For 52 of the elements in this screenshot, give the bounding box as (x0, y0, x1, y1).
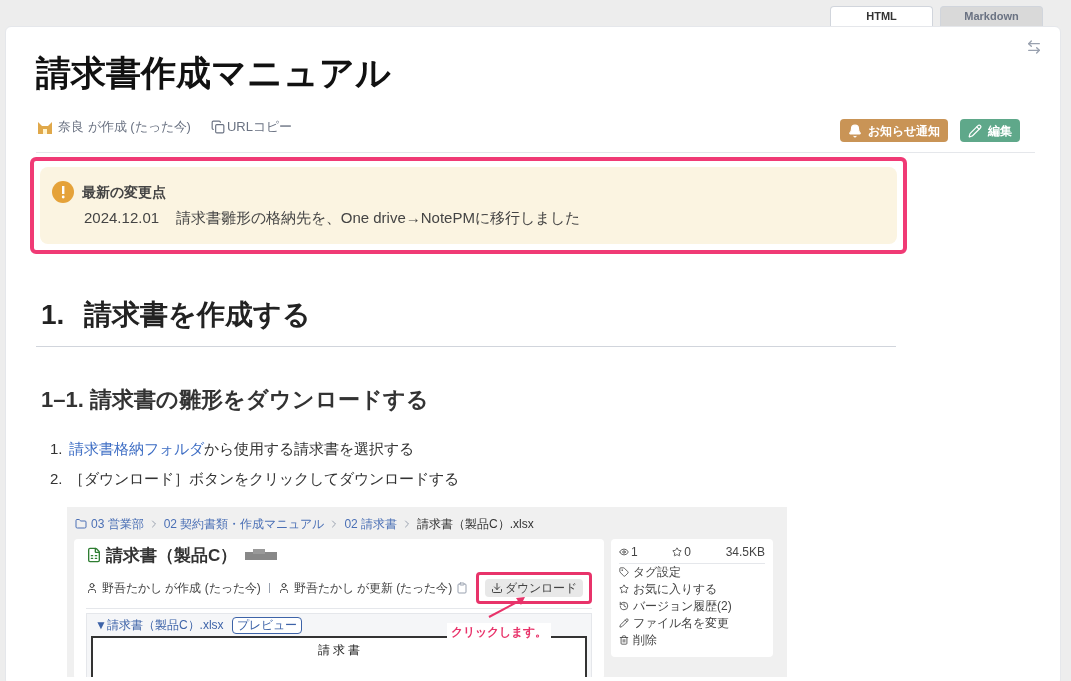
step-text: 請求書格納フォルダから使用する請求書を選択する (68, 438, 414, 459)
preview-badge[interactable]: プレビュー (231, 616, 302, 634)
trash-icon (619, 635, 629, 645)
download-button[interactable]: ダウンロード (485, 579, 583, 597)
file-toggle[interactable]: ▼請求書（製品C）.xlsx (95, 616, 224, 634)
stat-value: 0 (684, 543, 691, 561)
avatar-icon (86, 582, 98, 594)
subsection-heading: 1–1. 請求書の雛形をダウンロードする (40, 385, 430, 414)
folder-link[interactable]: 請求書格納フォルダ (68, 439, 204, 457)
folder-icon (75, 517, 87, 530)
warning-icon (52, 181, 74, 203)
breadcrumb-item[interactable]: 03 営業部 (91, 514, 144, 533)
view-tab[interactable]: Markdown (940, 6, 1043, 26)
sidebar-menu-item[interactable]: 削除 (633, 631, 657, 649)
clipboard-icon (456, 582, 469, 594)
step-number: 2. (50, 469, 63, 489)
star-icon (672, 546, 683, 557)
section-number: 1. (41, 297, 65, 332)
expand-width-icon[interactable] (1026, 39, 1042, 55)
section-heading: 請求書を作成する (84, 297, 312, 332)
step-number: 1. (50, 438, 63, 459)
sidebar-menu-item[interactable]: タグ設定 (633, 563, 681, 581)
author-text: 奈良 が作成 (たった今) (58, 117, 191, 136)
breadcrumb-item[interactable]: 02 契約書類・作成マニュアル (163, 514, 325, 533)
sidebar-menu-item[interactable]: バージョン履歴(2) (633, 597, 732, 615)
history-icon (619, 601, 629, 611)
sheet-heading: 請 求 書 (317, 644, 361, 659)
file-title: 請求書（製品C） (106, 544, 238, 567)
notice-text: 2024.12.01 請求書雛形の格納先を、One drive→NotePMに移行しました (84, 208, 581, 228)
stat-value: 1 (631, 543, 638, 561)
step-text: ［ダウンロード］ボタンをクリックしてダウンロードする (68, 469, 459, 489)
avatar-icon (277, 582, 290, 594)
spreadsheet-icon (86, 547, 102, 564)
breadcrumb-item: 請求書（製品C）.xlsx (417, 515, 534, 533)
notice-title: 最新の変更点 (82, 182, 166, 202)
stat-value: 34.5KB (725, 543, 765, 561)
page-title: 請求書作成マニュアル (36, 52, 392, 94)
breadcrumb-item[interactable]: 02 請求書 (344, 514, 398, 533)
updater-text: 野吾たかし が更新 (たった今) (293, 580, 453, 597)
copy-url-link[interactable]: URLコピー (210, 116, 292, 137)
view-tab[interactable]: HTML (830, 6, 933, 26)
download-icon (491, 582, 503, 594)
copy-icon (210, 119, 225, 134)
sidebar-menu-item[interactable]: お気に入りする (633, 580, 717, 598)
sidebar-menu-item[interactable]: ファイル名を変更 (633, 614, 729, 632)
pencil-icon (619, 618, 629, 628)
eye-icon (619, 546, 629, 557)
pencil-icon (968, 123, 982, 138)
bell-icon (848, 123, 862, 138)
star-icon (619, 584, 629, 594)
creator-text: 野吾たかし が作成 (たった今) (102, 580, 261, 597)
tag-icon (619, 567, 629, 577)
